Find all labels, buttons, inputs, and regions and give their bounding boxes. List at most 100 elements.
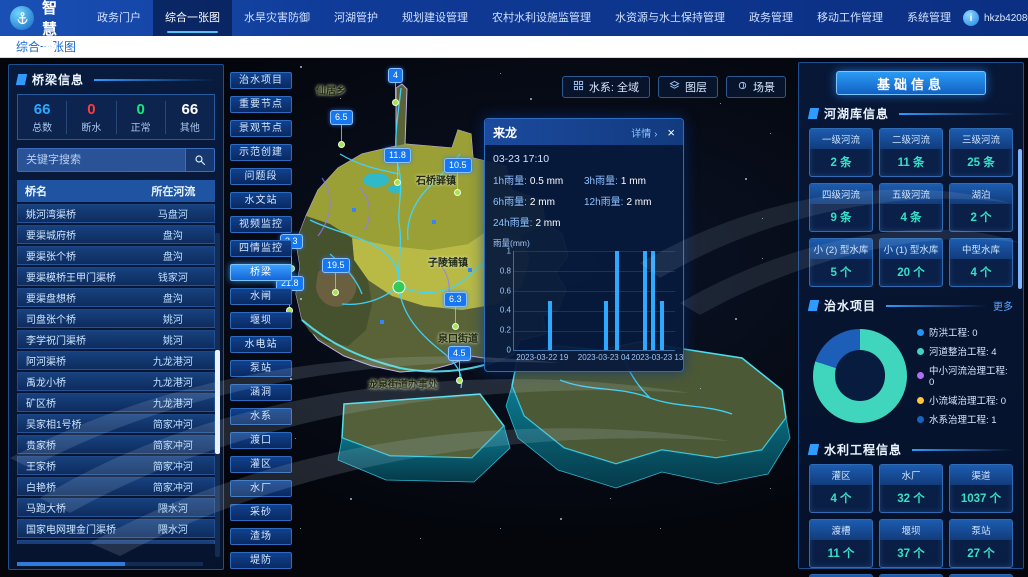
- info-card: 水厂32 个: [879, 464, 943, 513]
- h-scrollbar[interactable]: [17, 562, 203, 566]
- card-value: 4 个: [950, 259, 1012, 286]
- map-marker[interactable]: 6.5: [330, 110, 353, 148]
- star: [610, 498, 611, 499]
- table-row[interactable]: 贵家桥简家冲河: [17, 435, 215, 454]
- table-row[interactable]: 吴家相1号桥简家冲河: [17, 414, 215, 433]
- more-link[interactable]: 更多: [993, 298, 1013, 313]
- nav-item[interactable]: 综合一张图: [153, 0, 232, 36]
- layer-item[interactable]: 重要节点: [230, 96, 292, 113]
- table-row[interactable]: 集贸市场桥隈水河: [17, 540, 215, 544]
- header-river-name: 所在河流: [132, 183, 215, 199]
- map-marker[interactable]: 4: [388, 68, 403, 106]
- table-row[interactable]: 司盘张个桥姚河: [17, 309, 215, 328]
- nav-item[interactable]: 水旱灾害防御: [232, 0, 322, 36]
- map-marker[interactable]: 6.3: [444, 292, 467, 330]
- marker-dot: [392, 99, 399, 106]
- card-label: 三级河流: [950, 129, 1012, 149]
- bridge-panel: 桥梁信息 66总数0断水0正常66其他 桥名 所在河流 姚河湾渠桥马盘河要渠城府…: [8, 64, 224, 570]
- layer-item[interactable]: 采砂: [230, 504, 292, 521]
- nav-item[interactable]: 系统管理: [895, 0, 963, 36]
- rain-chart-plot: 10.80.60.40.20: [513, 251, 675, 351]
- layer-item[interactable]: 堤防: [230, 552, 292, 569]
- nav-item[interactable]: 移动工作管理: [805, 0, 895, 36]
- map-control-scene[interactable]: 场景: [726, 76, 786, 98]
- marker-value: 11.8: [384, 148, 411, 163]
- layer-item[interactable]: 灌区: [230, 456, 292, 473]
- table-row[interactable]: 王家桥简家冲河: [17, 456, 215, 475]
- donut-hole: [835, 350, 886, 401]
- layer-item[interactable]: 示范创建: [230, 144, 292, 161]
- layer-item[interactable]: 水厂: [230, 480, 292, 497]
- nav-item[interactable]: 水资源与水土保持管理: [603, 0, 737, 36]
- cell-river-name: 九龙港河: [132, 353, 214, 368]
- layer-item[interactable]: 渣场: [230, 528, 292, 545]
- layer-item[interactable]: 治水项目: [230, 72, 292, 89]
- layer-item[interactable]: 视频监控: [230, 216, 292, 233]
- nav-item[interactable]: 规划建设管理: [390, 0, 480, 36]
- star: [720, 103, 721, 104]
- popup-close-button[interactable]: ×: [667, 126, 675, 139]
- v-scrollbar[interactable]: [215, 233, 220, 557]
- map-marker[interactable]: 19.5: [322, 258, 350, 296]
- layer-item[interactable]: 水电站: [230, 336, 292, 353]
- layer-item[interactable]: 四情监控: [230, 240, 292, 257]
- card-label: 水厂: [880, 465, 942, 485]
- rain-bar: [615, 251, 619, 350]
- map-marker[interactable]: 10.5: [444, 158, 472, 196]
- x-tick-label: 2023-03-22 19: [516, 353, 568, 362]
- table-row[interactable]: 要渠城府桥盘沟: [17, 225, 215, 244]
- layer-item[interactable]: 问题段: [230, 168, 292, 185]
- star: [762, 218, 763, 219]
- layer-item[interactable]: 桥梁: [230, 264, 292, 281]
- layer-item[interactable]: 水系: [230, 408, 292, 425]
- table-row[interactable]: 要渠张个桥盘沟: [17, 246, 215, 265]
- layer-item[interactable]: 水文站: [230, 192, 292, 209]
- table-row[interactable]: 李学祝门渠桥姚河: [17, 330, 215, 349]
- map-control-label: 图层: [685, 79, 707, 95]
- card-value: 25 条: [950, 149, 1012, 176]
- table-row[interactable]: 姚河湾渠桥马盘河: [17, 204, 215, 223]
- map-marker[interactable]: 4.5: [448, 346, 471, 384]
- table-row[interactable]: 马跑大桥隈水河: [17, 498, 215, 517]
- map-marker[interactable]: 11.8: [384, 148, 411, 186]
- nav-item[interactable]: 农村水利设施监管理: [480, 0, 603, 36]
- keyword-search-input[interactable]: [17, 148, 185, 172]
- table-row[interactable]: 阿河渠桥九龙港河: [17, 351, 215, 370]
- layer-item[interactable]: 堰坝: [230, 312, 292, 329]
- nav-item[interactable]: 政务门户: [85, 0, 153, 36]
- layer-item[interactable]: 水闸: [230, 288, 292, 305]
- marker-value: 10.5: [444, 158, 472, 173]
- rain-bar: [651, 251, 655, 350]
- rain-stats: 1h雨量:0.5 mm3h雨量:1 mm6h雨量:2 mm12h雨量:2 mm2…: [493, 172, 675, 229]
- basic-info-button[interactable]: 基础信息: [836, 71, 986, 95]
- rain-chart-xaxis: 2023-03-22 192023-03-23 042023-03-23 13: [513, 351, 675, 363]
- map-control-layers[interactable]: 图层: [658, 76, 718, 98]
- table-row[interactable]: 禹龙小桥九龙港河: [17, 372, 215, 391]
- table-row[interactable]: 要渠盘想桥盘沟: [17, 288, 215, 307]
- layer-item[interactable]: 景观节点: [230, 120, 292, 137]
- marker-value: 4: [388, 68, 403, 83]
- card-label: 小 (2) 型水库: [810, 239, 872, 259]
- card-label: 渡槽: [810, 520, 872, 540]
- table-row[interactable]: 国家电网理金门渠桥隈水河: [17, 519, 215, 538]
- nav-item[interactable]: 政务管理: [737, 0, 805, 36]
- marker-stem: [455, 307, 456, 323]
- layer-item[interactable]: 渡口: [230, 432, 292, 449]
- cell-bridge-name: 白艳桥: [18, 479, 132, 494]
- nav-item[interactable]: 河湖管护: [322, 0, 390, 36]
- layer-item[interactable]: 涵洞: [230, 384, 292, 401]
- card-value: 2 条: [810, 149, 872, 176]
- right-scrollbar[interactable]: [1018, 149, 1022, 289]
- breadcrumb: 综合一张图: [0, 36, 1028, 58]
- popup-detail-link[interactable]: 详情 ›: [631, 125, 657, 140]
- table-row[interactable]: 矿区桥九龙港河: [17, 393, 215, 412]
- map-control-grid[interactable]: 水系: 全域: [562, 76, 650, 98]
- user-menu[interactable]: i hkzb42080201 ∨: [963, 10, 1028, 26]
- card-label: 五级河流: [880, 184, 942, 204]
- table-row[interactable]: 白艳桥简家冲河: [17, 477, 215, 496]
- table-row[interactable]: 要渠模桥王甲门渠桥钱家河: [17, 267, 215, 286]
- rain-stat-label: 1h雨量:: [493, 176, 527, 187]
- layer-item[interactable]: 泵站: [230, 360, 292, 377]
- search-button[interactable]: [185, 148, 215, 172]
- layers-icon: [669, 80, 680, 94]
